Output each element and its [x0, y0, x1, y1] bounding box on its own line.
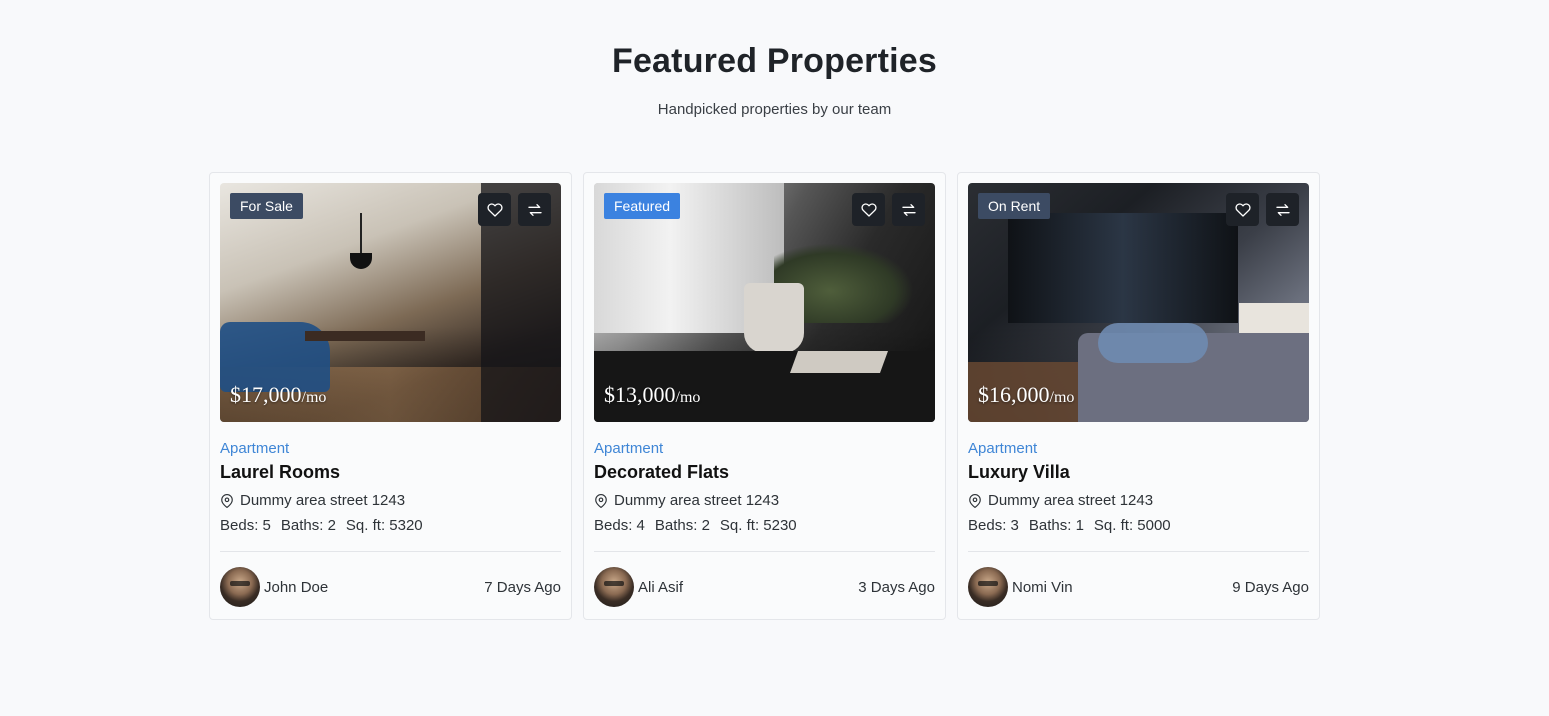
status-badge: On Rent [978, 193, 1051, 219]
property-image[interactable]: Featured $13,000/mo [594, 183, 935, 422]
address-text: Dummy area street 1243 [988, 492, 1154, 509]
favorite-button[interactable] [852, 193, 885, 226]
posted-time: 9 Days Ago [1232, 578, 1309, 596]
price-tag: $17,000/mo [230, 382, 326, 408]
price-unit: /mo [1049, 389, 1075, 406]
agent-name[interactable]: Nomi Vin [1012, 579, 1073, 596]
agent-name[interactable]: Ali Asif [638, 579, 683, 596]
price-amount: $13,000 [604, 382, 676, 407]
price-unit: /mo [301, 389, 327, 406]
compare-arrows-icon [901, 203, 916, 216]
avatar[interactable] [594, 567, 634, 607]
card-divider [220, 551, 561, 552]
featured-properties-section: Featured Properties Handpicked propertie… [0, 0, 1549, 716]
favorite-button[interactable] [478, 193, 511, 226]
section-subtitle: Handpicked properties by our team [657, 101, 892, 118]
avatar[interactable] [968, 567, 1008, 607]
compare-button[interactable] [1266, 193, 1299, 226]
map-pin-icon [595, 493, 607, 508]
property-title[interactable]: Luxury Villa [968, 462, 1309, 483]
section-title: Featured Properties [611, 42, 937, 80]
address-text: Dummy area street 1243 [614, 492, 780, 509]
price-tag: $16,000/mo [978, 382, 1074, 408]
property-specs: Beds: 5 Baths: 2 Sq. ft: 5320 [220, 517, 561, 534]
image-glass-wardrobe [1008, 213, 1238, 323]
map-pin-icon [969, 493, 981, 508]
posted-time: 3 Days Ago [858, 578, 935, 596]
agent-info[interactable]: Ali Asif [594, 567, 683, 607]
card-divider [594, 551, 935, 552]
property-card[interactable]: Featured $13,000/mo Apartment Decorated … [583, 172, 946, 620]
favorite-button[interactable] [1226, 193, 1259, 226]
image-pot [744, 283, 804, 353]
image-book [789, 351, 889, 373]
property-address: Dummy area street 1243 [220, 492, 561, 509]
card-divider [968, 551, 1309, 552]
baths-count: Baths: 2 [654, 517, 710, 534]
property-card[interactable]: On Rent $16,000/mo Apartment Luxury Vill… [957, 172, 1320, 620]
compare-arrows-icon [1275, 203, 1290, 216]
image-pendant-cord [360, 213, 362, 258]
property-address: Dummy area street 1243 [594, 492, 935, 509]
property-category[interactable]: Apartment [594, 440, 935, 457]
beds-count: Beds: 3 [968, 517, 1019, 534]
property-card[interactable]: For Sale $17,000/mo Apartment Laurel Roo… [209, 172, 572, 620]
compare-button[interactable] [892, 193, 925, 226]
heart-icon [1234, 202, 1251, 217]
property-card-list: For Sale $17,000/mo Apartment Laurel Roo… [209, 172, 1320, 620]
address-text: Dummy area street 1243 [240, 492, 406, 509]
compare-button[interactable] [518, 193, 551, 226]
agent-info[interactable]: John Doe [220, 567, 328, 607]
avatar[interactable] [220, 567, 260, 607]
property-image[interactable]: For Sale $17,000/mo [220, 183, 561, 422]
heart-icon [860, 202, 877, 217]
map-pin-icon [221, 493, 233, 508]
property-specs: Beds: 3 Baths: 1 Sq. ft: 5000 [968, 517, 1309, 534]
sqft-value: Sq. ft: 5230 [719, 517, 797, 534]
price-amount: $17,000 [230, 382, 302, 407]
property-specs: Beds: 4 Baths: 2 Sq. ft: 5230 [594, 517, 935, 534]
property-category[interactable]: Apartment [220, 440, 561, 457]
property-title[interactable]: Decorated Flats [594, 462, 935, 483]
posted-time: 7 Days Ago [484, 578, 561, 596]
property-category[interactable]: Apartment [968, 440, 1309, 457]
agent-name[interactable]: John Doe [264, 579, 328, 596]
baths-count: Baths: 1 [1028, 517, 1084, 534]
heart-icon [486, 202, 503, 217]
property-image[interactable]: On Rent $16,000/mo [968, 183, 1309, 422]
property-title[interactable]: Laurel Rooms [220, 462, 561, 483]
image-blanket [1098, 323, 1208, 363]
price-amount: $16,000 [978, 382, 1050, 407]
image-table [305, 331, 425, 341]
agent-info[interactable]: Nomi Vin [968, 567, 1073, 607]
property-address: Dummy area street 1243 [968, 492, 1309, 509]
image-pendant-lamp [350, 253, 372, 269]
beds-count: Beds: 4 [594, 517, 645, 534]
baths-count: Baths: 2 [280, 517, 336, 534]
compare-arrows-icon [527, 203, 542, 216]
status-badge: For Sale [230, 193, 303, 219]
status-badge: Featured [604, 193, 681, 219]
price-tag: $13,000/mo [604, 382, 700, 408]
card-footer: Nomi Vin 9 Days Ago [968, 567, 1309, 607]
beds-count: Beds: 5 [220, 517, 271, 534]
card-footer: John Doe 7 Days Ago [220, 567, 561, 607]
sqft-value: Sq. ft: 5320 [345, 517, 423, 534]
price-unit: /mo [675, 389, 701, 406]
sqft-value: Sq. ft: 5000 [1093, 517, 1171, 534]
card-footer: Ali Asif 3 Days Ago [594, 567, 935, 607]
